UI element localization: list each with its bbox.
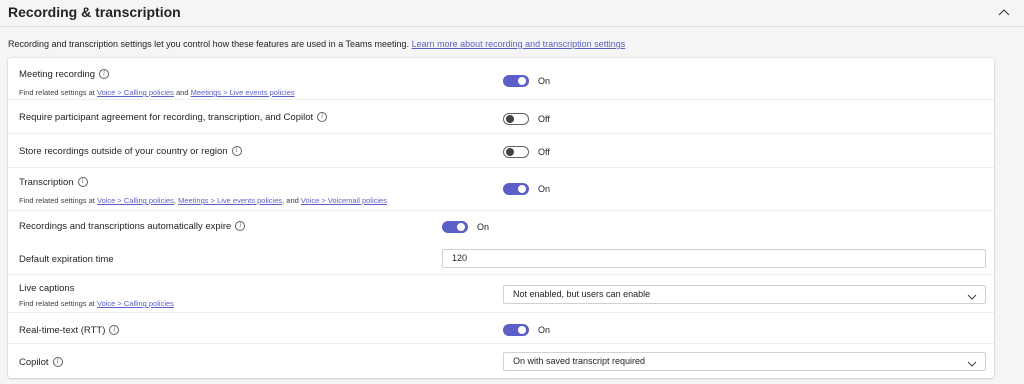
setting-label: Require participant agreement for record… (19, 112, 328, 123)
meeting-recording-toggle[interactable] (503, 75, 529, 87)
info-icon[interactable]: i (231, 146, 242, 157)
info-icon[interactable]: i (52, 357, 63, 368)
settings-card: Meeting recording i Find related settings… (8, 58, 994, 378)
setting-row-transcription: Transcription i Find related settings at … (8, 168, 994, 211)
setting-label: Meeting recording i (19, 69, 110, 80)
setting-label: Real-time-text (RTT) i (19, 325, 120, 336)
setting-row-live-captions: Live captions Find related settings at V… (8, 275, 994, 313)
related-prefix: Find related settings at (19, 196, 95, 205)
setting-label-text: Meeting recording (19, 69, 96, 80)
section-header: Recording & transcription (0, 0, 1024, 27)
live-captions-dropdown[interactable]: Not enabled, but users can enable (503, 285, 986, 304)
copilot-dropdown[interactable]: On with saved transcript required (503, 352, 986, 371)
setting-label: Transcription i (19, 177, 88, 188)
voice-calling-policies-link[interactable]: Voice > Calling policies (97, 196, 174, 205)
setting-row-copilot: Copilot i On with saved transcript requir… (8, 344, 994, 378)
voice-calling-policies-link[interactable]: Voice > Calling policies (97, 88, 174, 97)
related-separator: , and (282, 196, 299, 205)
description-text: Recording and transcription settings let… (8, 39, 410, 49)
info-icon[interactable]: i (317, 112, 328, 123)
dropdown-value: Not enabled, but users can enable (513, 289, 651, 299)
toggle-knob (518, 185, 526, 193)
toggle-state: On (477, 222, 490, 232)
chevron-up-icon[interactable] (996, 6, 1012, 20)
voice-calling-policies-link[interactable]: Voice > Calling policies (97, 299, 174, 308)
toggle-state: Off (538, 114, 550, 124)
learn-more-link[interactable]: Learn more about recording and transcrip… (412, 39, 626, 49)
info-icon[interactable]: i (109, 325, 120, 336)
toggle-state: On (538, 325, 551, 335)
store-outside-toggle[interactable] (503, 146, 529, 158)
voice-voicemail-policies-link[interactable]: Voice > Voicemail policies (301, 196, 387, 205)
setting-row-store-outside: Store recordings outside of your country… (8, 134, 994, 168)
related-settings: Find related settings at Voice > Calling… (19, 88, 295, 97)
setting-label: Recordings and transcriptions automatica… (19, 221, 246, 232)
chevron-down-icon (967, 290, 977, 300)
toggle-knob (506, 148, 514, 156)
toggle-state: Off (538, 147, 550, 157)
setting-label-text: Real-time-text (RTT) (19, 325, 106, 336)
setting-label-text: Store recordings outside of your country… (19, 146, 228, 157)
meetings-live-events-link[interactable]: Meetings > Live events policies (191, 88, 295, 97)
chevron-down-icon (967, 357, 977, 367)
related-prefix: Find related settings at (19, 88, 95, 97)
dropdown-value: On with saved transcript required (513, 356, 646, 366)
participant-agreement-toggle[interactable] (503, 113, 529, 125)
meetings-live-events-link[interactable]: Meetings > Live events policies (178, 196, 282, 205)
related-separator: , (173, 196, 176, 205)
setting-label: Default expiration time (19, 254, 114, 265)
setting-label-text: Recordings and transcriptions automatica… (19, 221, 232, 232)
related-settings: Find related settings at Voice > Calling… (19, 196, 387, 205)
related-prefix: Find related settings at (19, 299, 95, 308)
setting-row-rtt: Real-time-text (RTT) i On (8, 313, 994, 344)
toggle-knob (457, 223, 465, 231)
setting-label-text: Transcription (19, 177, 74, 188)
section-description: Recording and transcription settings let… (8, 39, 625, 49)
info-icon[interactable]: i (99, 69, 110, 80)
setting-label: Store recordings outside of your country… (19, 146, 242, 157)
info-icon[interactable]: i (77, 177, 88, 188)
info-icon[interactable]: i (235, 221, 246, 232)
toggle-state: On (538, 184, 551, 194)
setting-row-meeting-recording: Meeting recording i Find related settings… (8, 58, 994, 100)
toggle-knob (506, 115, 514, 123)
setting-label-text: Copilot (19, 357, 49, 368)
setting-label-text: Require participant agreement for record… (19, 112, 314, 123)
setting-label: Copilot i (19, 357, 63, 368)
toggle-knob (518, 77, 526, 85)
related-and: and (176, 88, 189, 97)
setting-label: Live captions (19, 283, 75, 294)
setting-row-participant-agreement: Require participant agreement for record… (8, 100, 994, 134)
toggle-state: On (538, 76, 551, 86)
default-expiration-input[interactable]: 120 (442, 249, 986, 268)
transcription-toggle[interactable] (503, 183, 529, 195)
section-title: Recording & transcription (8, 4, 181, 20)
rtt-toggle[interactable] (503, 324, 529, 336)
related-settings: Find related settings at Voice > Calling… (19, 299, 174, 308)
auto-expire-toggle[interactable] (442, 221, 468, 233)
toggle-knob (518, 326, 526, 334)
setting-row-auto-expire: Recordings and transcriptions automatica… (8, 211, 994, 242)
setting-row-default-expiration: Default expiration time 120 (8, 242, 994, 275)
